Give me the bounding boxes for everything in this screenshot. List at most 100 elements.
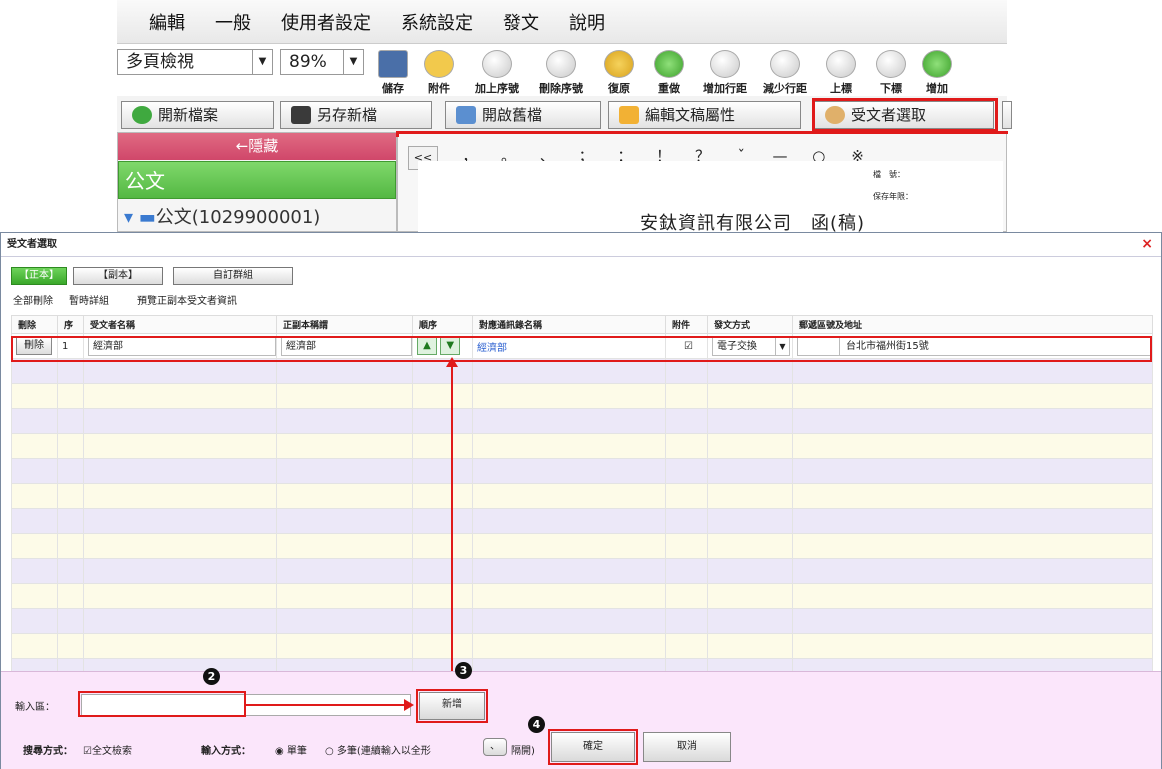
input-area: 輸入區： 新增 2 3 搜尋方式： ☑全文檢索 輸入方式： ◉ 單筆 ○ 多筆(… (1, 662, 1161, 769)
highlight-confirm (548, 729, 638, 765)
add-number-label: 加上序號 (475, 82, 519, 95)
search-label: 搜尋方式： (23, 746, 73, 757)
remove-number-label: 刪除序號 (539, 82, 583, 95)
input-label: 輸入區： (15, 702, 55, 713)
menu-general[interactable]: 一般 (215, 9, 251, 35)
hide-toggle[interactable]: ←隱藏 (118, 133, 396, 160)
category-gongwen[interactable]: 公文 (118, 161, 396, 199)
save-label: 儲存 (382, 82, 404, 95)
more-button[interactable]: 增加 (917, 50, 957, 94)
col-order: 順序 (412, 315, 473, 334)
doc-field-retention: 保存年限： (873, 192, 913, 201)
arrow-head-right-icon (404, 699, 414, 711)
superscript-label: 上標 (830, 82, 852, 95)
search-option-label: 全文檢索 (91, 746, 132, 757)
cancel-button[interactable]: 取消 (643, 732, 731, 762)
doc-field-file-no: 檔 號： (873, 170, 905, 179)
recipient-dialog: 受文者選取 × 【正本】 【副本】 自訂群組 全部刪除 暫時詳組 預覽正副本受文… (0, 232, 1162, 769)
tab-copy[interactable]: 【副本】 (73, 267, 163, 285)
col-title: 正副本稱謂 (276, 315, 413, 334)
mode-single-radio[interactable]: ◉ 單筆 (275, 742, 307, 757)
menu-system-settings[interactable]: 系統設定 (401, 9, 473, 35)
remove-number-button[interactable]: 刪除序號 (531, 50, 591, 95)
step-badge-4: 4 (528, 716, 545, 733)
highlight-row (11, 336, 1152, 362)
view-select[interactable]: 多頁檢視 ▼ (117, 49, 273, 75)
preview-link[interactable]: 預覽正副本受文者資訊 (137, 292, 237, 307)
view-select-value: 多頁檢視 (126, 52, 194, 72)
increase-spacing-label: 增加行距 (703, 82, 747, 95)
new-file-label: 開新檔案 (158, 106, 219, 124)
highlight-input (78, 691, 246, 717)
menu-edit[interactable]: 編輯 (149, 9, 185, 35)
redo-label: 重做 (658, 82, 680, 95)
separator-key[interactable]: 、 (483, 738, 507, 756)
save-as-button[interactable]: 另存新檔 (280, 101, 432, 129)
document-area: << ， 。 、 ； ： ！ ？ ˇ — ○ ※ 檔 號： 保存年限： 安鈦資訊… (396, 131, 1008, 234)
attach-button[interactable]: 附件 (417, 50, 461, 95)
tab-original[interactable]: 【正本】 (11, 267, 67, 285)
col-seq: 序 (57, 315, 84, 334)
col-attach: 附件 (665, 315, 708, 334)
mode-multi-radio[interactable]: ○ 多筆(連續輸入以全形 (325, 742, 431, 757)
attach-label: 附件 (428, 82, 450, 95)
delete-all-link[interactable]: 全部刪除 (13, 292, 53, 307)
redo-button[interactable]: 重做 (647, 50, 691, 95)
close-icon[interactable]: × (1141, 236, 1153, 252)
pencil-icon (619, 106, 639, 124)
col-address: 郵遞區號及地址 (792, 315, 1153, 334)
table-row-empty (11, 383, 1153, 409)
redo-icon (654, 50, 684, 78)
play-icon (922, 50, 952, 78)
input-mode-label: 輸入方式： (201, 746, 251, 757)
chevron-down-icon: ▼ (252, 50, 272, 74)
checkbox-icon: ☑ (83, 746, 92, 757)
save-as-icon (291, 106, 311, 124)
search-option[interactable]: ☑全文檢索 (83, 742, 132, 757)
new-file-icon (132, 106, 152, 124)
decrease-spacing-button[interactable]: 減少行距 (757, 50, 813, 95)
action-row: 開新檔案 另存新檔 開啟舊檔 編輯文稿屬性 受文者選取 (117, 96, 1012, 132)
highlight-recipient (812, 98, 998, 132)
superscript-button[interactable]: 上標 (819, 50, 863, 95)
recipient-table: 刪除 序 受文者名稱 正副本稱謂 順序 對應通訊錄名稱 附件 發文方式 郵遞區號… (11, 315, 1153, 684)
edit-props-button[interactable]: 編輯文稿屬性 (608, 101, 801, 129)
increase-spacing-button[interactable]: 增加行距 (697, 50, 753, 95)
remove-list-icon (546, 50, 576, 78)
chevron-down-icon: ▼ (343, 50, 363, 74)
zoom-select-value: 89% (289, 52, 327, 72)
separator-suffix: 隔開) (511, 746, 535, 757)
numbered-list-icon (482, 50, 512, 78)
save-button[interactable]: 儲存 (371, 50, 415, 95)
subscript-button[interactable]: 下標 (869, 50, 913, 95)
temp-group-link[interactable]: 暫時詳組 (69, 292, 109, 307)
open-old-button[interactable]: 開啟舊檔 (445, 101, 601, 129)
menu-dispatch[interactable]: 發文 (503, 9, 539, 35)
table-row-empty (11, 633, 1153, 659)
tree-item-folder[interactable]: ▾ ▬公文(1029900001) (118, 203, 396, 229)
save-icon (378, 50, 408, 78)
table-row-empty (11, 408, 1153, 434)
menu-user-settings[interactable]: 使用者設定 (281, 9, 371, 35)
tab-custom-group[interactable]: 自訂群組 (173, 267, 293, 285)
document-page[interactable]: 檔 號： 保存年限： 安鈦資訊有限公司 函(稿) (418, 161, 1003, 234)
col-contact: 對應通訊錄名稱 (472, 315, 666, 334)
subscript-icon (876, 50, 906, 78)
save-as-label: 另存新檔 (317, 106, 378, 124)
add-number-button[interactable]: 加上序號 (469, 50, 525, 95)
table-row-empty (11, 558, 1153, 584)
arrow-head-up-icon (446, 357, 458, 367)
table-row-empty (11, 358, 1153, 384)
col-name: 受文者名稱 (83, 315, 277, 334)
zoom-select[interactable]: 89% ▼ (280, 49, 364, 75)
highlight-add (416, 689, 488, 723)
undo-icon (604, 50, 634, 78)
mode-multi-label: 多筆(連續輸入以全形 (336, 746, 431, 757)
partial-button[interactable] (1002, 101, 1012, 129)
undo-button[interactable]: 復原 (597, 50, 641, 95)
table-row-empty (11, 508, 1153, 534)
new-file-button[interactable]: 開新檔案 (121, 101, 274, 129)
step-badge-3: 3 (455, 662, 472, 679)
menu-help[interactable]: 說明 (569, 9, 605, 35)
folder-icon (456, 106, 476, 124)
